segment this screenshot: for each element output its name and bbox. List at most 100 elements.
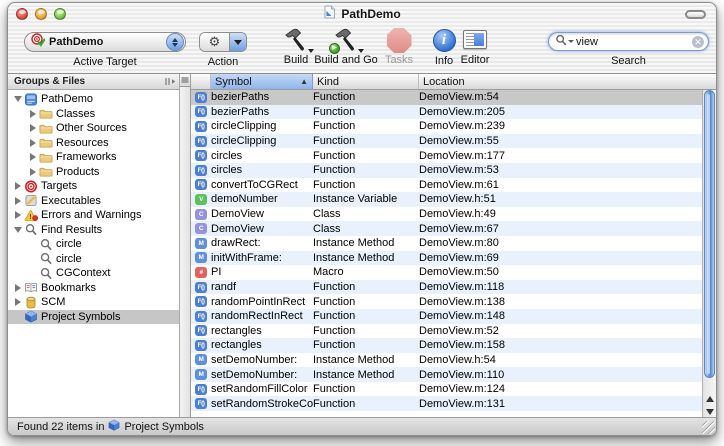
scrollbar-thumb[interactable] [704, 90, 715, 378]
table-row[interactable]: F()setRandomStrokeColoFunctionDemoView.m… [191, 396, 702, 411]
disclosure-triangle-icon[interactable] [12, 298, 23, 306]
disclosure-triangle-icon[interactable] [12, 211, 23, 219]
sidebar-item-project-symbols[interactable]: Project Symbols [8, 310, 179, 325]
table-row[interactable]: F()bezierPathsFunctionDemoView.m:54 [191, 90, 702, 105]
sidebar-item-targets[interactable]: Targets [8, 179, 179, 194]
header-location[interactable]: Location [419, 74, 716, 89]
content-area: Groups & Files PathDemoClassesOther Sour… [8, 73, 716, 417]
minimize-button[interactable] [35, 8, 47, 20]
table-row[interactable]: F()randomRectInRectFunctionDemoView.m:14… [191, 309, 702, 324]
disclosure-triangle-icon[interactable] [12, 182, 23, 190]
book-icon [23, 281, 38, 294]
build-button[interactable]: Build [276, 27, 316, 66]
function-symbol-icon: F() [191, 136, 211, 147]
sidebar-item-circle[interactable]: circle [8, 237, 179, 252]
sidebar-item-circle[interactable]: circle [8, 252, 179, 267]
symbol-cell: circleClipping [211, 135, 313, 147]
zoom-button[interactable] [54, 8, 66, 20]
search-clear-icon[interactable]: ✕ [692, 36, 704, 48]
sidebar-item-resources[interactable]: Resources [8, 136, 179, 151]
table-row[interactable]: F()bezierPathsFunctionDemoView.m:205 [191, 105, 702, 120]
sidebar-item-classes[interactable]: Classes [8, 107, 179, 122]
editor-button[interactable]: Editor [456, 30, 494, 66]
table-row[interactable]: #PIMacroDemoView.m:50 [191, 265, 702, 280]
table-row[interactable]: F()randfFunctionDemoView.m:118 [191, 280, 702, 295]
disclosure-triangle-icon[interactable] [27, 168, 38, 176]
sidebar-item-errors-and-warnings[interactable]: !Errors and Warnings [8, 208, 179, 223]
symbol-cell: setDemoNumber: [211, 354, 313, 366]
table-row[interactable]: MsetDemoNumber:Instance MethodDemoView.h… [191, 353, 702, 368]
disclosure-triangle-icon[interactable] [27, 153, 38, 161]
sort-ascending-icon: ▲ [300, 77, 308, 86]
sidebar-item-label: Executables [41, 195, 101, 207]
sidebar-menu-button[interactable] [180, 74, 190, 87]
table-row[interactable]: CDemoViewClassDemoView.h:49 [191, 207, 702, 222]
build-and-go-button[interactable]: ▶ Build and Go [315, 27, 377, 66]
close-button[interactable] [16, 8, 28, 20]
sidebar-item-label: CGContext [56, 267, 110, 279]
symbol-cell: setRandomStrokeColo [211, 398, 313, 410]
table-row[interactable]: F()setRandomFillColorFunctionDemoView.m:… [191, 382, 702, 397]
table-row[interactable]: F()convertToCGRectFunctionDemoView.m:61 [191, 178, 702, 193]
sidebar-splitter-icon[interactable] [164, 73, 176, 91]
table-row[interactable]: MsetDemoNumber:Instance MethodDemoView.m… [191, 367, 702, 382]
symbol-cell: randf [211, 281, 313, 293]
disclosure-triangle-icon[interactable] [27, 124, 38, 132]
sidebar-item-executables[interactable]: Executables [8, 194, 179, 209]
disclosure-triangle-icon[interactable] [27, 139, 38, 147]
header-symbol[interactable]: Symbol ▲ [211, 74, 313, 89]
table-row[interactable]: F()circlesFunctionDemoView.m:177 [191, 148, 702, 163]
sidebar-item-bookmarks[interactable]: Bookmarks [8, 281, 179, 296]
sidebar-item-scm[interactable]: SCM [8, 295, 179, 310]
vertical-scrollbar[interactable] [702, 90, 716, 417]
table-row[interactable]: MdrawRect:Instance MethodDemoView.m:80 [191, 236, 702, 251]
sidebar-scroll-strip[interactable] [179, 74, 191, 417]
location-cell: DemoView.m:54 [419, 91, 702, 103]
table-row[interactable]: VdemoNumberInstance VariableDemoView.h:5… [191, 192, 702, 207]
table-row[interactable]: CDemoViewClassDemoView.m:67 [191, 221, 702, 236]
symbol-cell: circles [211, 164, 313, 176]
table-row[interactable]: F()circlesFunctionDemoView.m:53 [191, 163, 702, 178]
sidebar-item-pathdemo[interactable]: PathDemo [8, 92, 179, 107]
scroll-down-arrow-icon[interactable] [706, 409, 714, 415]
table-row[interactable]: F()circleClippingFunctionDemoView.m:239 [191, 119, 702, 134]
table-row[interactable]: F()randomPointInRectFunctionDemoView.m:1… [191, 294, 702, 309]
sidebar-item-cgcontext[interactable]: CGContext [8, 266, 179, 281]
location-cell: DemoView.m:148 [419, 310, 702, 322]
sidebar-item-find-results[interactable]: Find Results [8, 223, 179, 238]
disclosure-triangle-icon[interactable] [12, 96, 23, 102]
symbol-cell: rectangles [211, 325, 313, 337]
disclosure-triangle-icon[interactable] [12, 227, 23, 233]
sidebar-item-products[interactable]: Products [8, 165, 179, 180]
disclosure-triangle-icon[interactable] [12, 197, 23, 205]
action-button[interactable]: ⚙ [199, 32, 247, 52]
scroll-up-arrow-icon[interactable] [706, 396, 714, 402]
location-cell: DemoView.m:124 [419, 383, 702, 395]
disclosure-triangle-icon[interactable] [27, 110, 38, 118]
search-field[interactable]: ✕ [548, 32, 709, 51]
kind-cell: Function [313, 281, 419, 293]
table-row[interactable]: F()rectanglesFunctionDemoView.m:158 [191, 338, 702, 353]
table-row[interactable]: F()rectanglesFunctionDemoView.m:52 [191, 324, 702, 339]
kind-cell: Function [313, 325, 419, 337]
disclosure-triangle-icon[interactable] [12, 284, 23, 292]
active-target-popup[interactable]: PathDemo [24, 32, 186, 52]
table-row[interactable]: F()circleClippingFunctionDemoView.m:55 [191, 134, 702, 149]
resize-grip[interactable] [702, 421, 715, 434]
search-scope-arrow-icon[interactable] [568, 40, 574, 43]
location-cell: DemoView.m:52 [419, 325, 702, 337]
table-row[interactable]: MinitWithFrame:Instance MethodDemoView.m… [191, 251, 702, 266]
title-bar[interactable]: PathDemo [8, 3, 716, 25]
method-symbol-icon: M [191, 252, 211, 263]
search-input[interactable] [576, 36, 690, 48]
toolbar-toggle-button[interactable] [685, 10, 706, 19]
symbol-cell: randomPointInRect [211, 296, 313, 308]
sidebar: Groups & Files PathDemoClassesOther Sour… [8, 74, 179, 417]
sidebar-item-frameworks[interactable]: Frameworks [8, 150, 179, 165]
stop-octagon-icon [387, 28, 412, 53]
header-kind[interactable]: Kind [313, 74, 419, 89]
location-cell: DemoView.h:51 [419, 193, 702, 205]
sidebar-item-other-sources[interactable]: Other Sources [8, 121, 179, 136]
sidebar-item-label: Products [56, 166, 99, 178]
sidebar-header[interactable]: Groups & Files [8, 74, 179, 90]
